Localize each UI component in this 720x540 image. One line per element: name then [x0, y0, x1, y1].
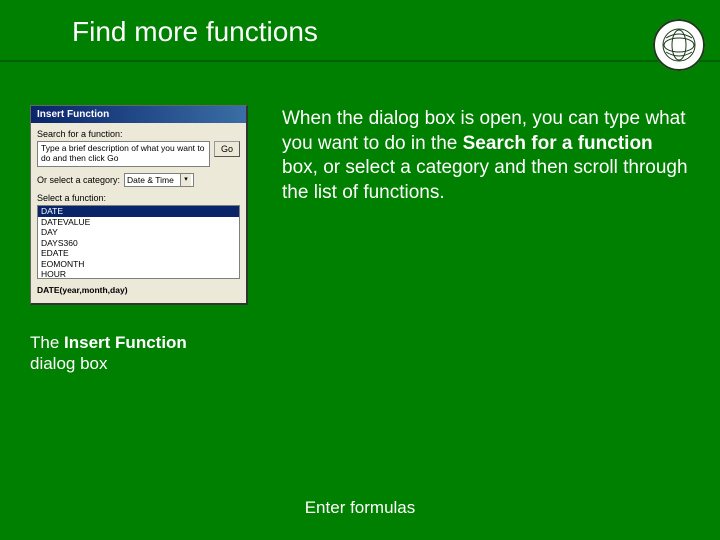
- category-label: Or select a category:: [37, 175, 120, 185]
- caption-post: dialog box: [30, 354, 108, 373]
- title-underline: [0, 60, 720, 62]
- figure-caption: The Insert Function dialog box: [30, 332, 187, 375]
- institute-logo: [652, 18, 706, 72]
- explain-bold: Search for a function: [463, 133, 653, 154]
- footer-text: Enter formulas: [0, 498, 720, 518]
- list-item[interactable]: DATE: [38, 206, 239, 217]
- dialog-titlebar: Insert Function: [31, 106, 246, 123]
- list-item[interactable]: EOMONTH: [38, 259, 239, 270]
- caption-pre: The: [30, 333, 64, 352]
- insert-function-dialog: Insert Function Search for a function: T…: [30, 105, 248, 305]
- list-item[interactable]: DATEVALUE: [38, 217, 239, 228]
- page-title: Find more functions: [72, 16, 318, 48]
- search-label: Search for a function:: [37, 129, 240, 139]
- search-input[interactable]: Type a brief description of what you wan…: [37, 141, 210, 167]
- list-item[interactable]: DAYS360: [38, 238, 239, 249]
- category-value: Date & Time: [127, 175, 174, 185]
- function-signature: DATE(year,month,day): [37, 283, 240, 299]
- chevron-down-icon[interactable]: ▾: [180, 174, 191, 186]
- list-item[interactable]: EDATE: [38, 248, 239, 259]
- function-listbox[interactable]: DATE DATEVALUE DAY DAYS360 EDATE EOMONTH…: [37, 205, 240, 279]
- category-select[interactable]: Date & Time ▾: [124, 173, 194, 187]
- list-item[interactable]: HOUR: [38, 269, 239, 279]
- list-item[interactable]: DAY: [38, 227, 239, 238]
- select-function-label: Select a function:: [37, 193, 240, 203]
- go-button[interactable]: Go: [214, 141, 240, 157]
- caption-bold: Insert Function: [64, 333, 187, 352]
- explain-post: box, or select a category and then scrol…: [282, 157, 688, 203]
- explanation-text: When the dialog box is open, you can typ…: [282, 105, 690, 305]
